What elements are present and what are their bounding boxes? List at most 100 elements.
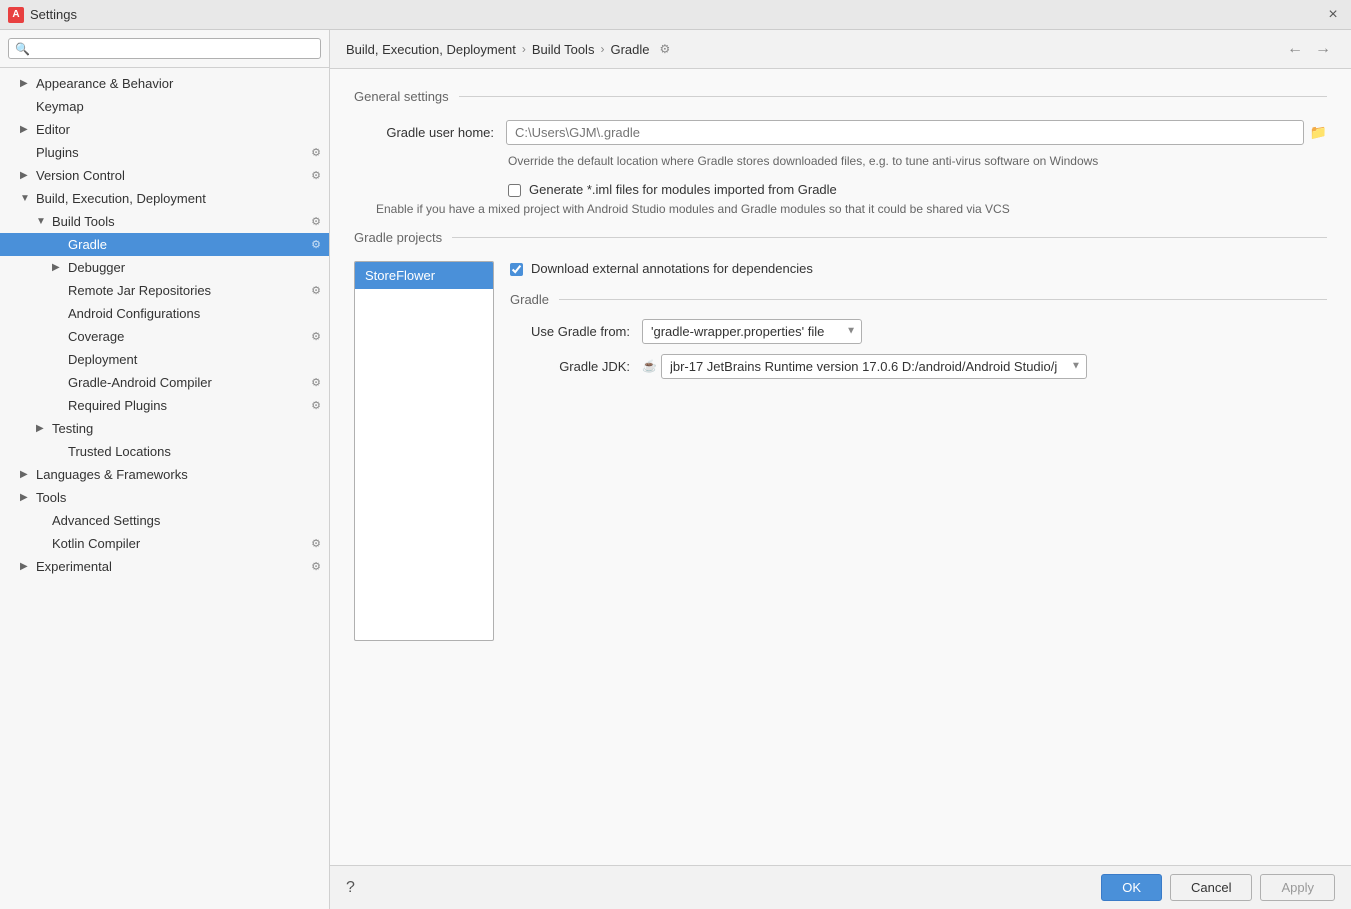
sidebar-item-advanced[interactable]: Advanced Settings	[0, 509, 329, 532]
sidebar-item-label: Build, Execution, Deployment	[36, 191, 321, 206]
arrow-icon: ▶	[20, 469, 36, 480]
settings-icon: ⚙	[311, 376, 321, 389]
sidebar-item-label: Languages & Frameworks	[36, 467, 321, 482]
sidebar-item-required-plugins[interactable]: Required Plugins ⚙	[0, 394, 329, 417]
settings-icon: ⚙	[311, 284, 321, 297]
sidebar-item-label: Experimental	[36, 559, 307, 574]
cancel-button[interactable]: Cancel	[1170, 874, 1252, 901]
settings-icon: ⚙	[311, 169, 321, 182]
sidebar-item-appearance[interactable]: ▶ Appearance & Behavior	[0, 72, 329, 95]
arrow-icon: ▶	[52, 262, 68, 273]
sidebar-item-label: Debugger	[68, 260, 321, 275]
gradle-jdk-row: Gradle JDK: ☕ jbr-17 JetBrains Runtime v…	[510, 354, 1327, 379]
sidebar-item-build-execution[interactable]: ▼ Build, Execution, Deployment	[0, 187, 329, 210]
sidebar-item-label: Gradle	[68, 237, 307, 252]
generate-iml-checkbox[interactable]	[508, 184, 521, 197]
sidebar-item-label: Deployment	[68, 352, 321, 367]
gradle-jdk-wrapper: ☕ jbr-17 JetBrains Runtime version 17.0.…	[642, 354, 1087, 379]
sidebar-item-languages[interactable]: ▶ Languages & Frameworks	[0, 463, 329, 486]
arrow-icon: ▶	[20, 492, 36, 503]
sidebar-item-debugger[interactable]: ▶ Debugger	[0, 256, 329, 279]
sidebar-item-label: Coverage	[68, 329, 307, 344]
search-bar: 🔍	[0, 30, 329, 68]
sidebar-item-tools[interactable]: ▶ Tools	[0, 486, 329, 509]
sidebar-item-gradle-android[interactable]: Gradle-Android Compiler ⚙	[0, 371, 329, 394]
gradle-user-home-help: Override the default location where Grad…	[508, 153, 1327, 170]
breadcrumb-sep-1: ›	[522, 42, 526, 56]
settings-icon: ⚙	[311, 399, 321, 412]
arrow-icon: ▼	[36, 216, 52, 227]
project-name: StoreFlower	[365, 268, 435, 283]
nav-forward-button[interactable]: →	[1311, 40, 1335, 58]
arrow-icon: ▶	[20, 78, 36, 89]
help-button[interactable]: ?	[346, 879, 355, 897]
close-button[interactable]: ×	[1323, 5, 1343, 25]
sidebar-item-testing[interactable]: ▶ Testing	[0, 417, 329, 440]
generate-iml-help: Enable if you have a mixed project with …	[376, 201, 1327, 218]
search-wrapper: 🔍	[8, 38, 321, 59]
folder-browse-button[interactable]: 📁	[1310, 124, 1327, 141]
download-annotations-checkbox[interactable]	[510, 263, 523, 276]
use-gradle-from-label: Use Gradle from:	[510, 324, 630, 339]
gradle-user-home-field: 📁	[506, 120, 1327, 145]
use-gradle-from-select[interactable]: 'gradle-wrapper.properties' file Specifi…	[642, 319, 862, 344]
sidebar-item-gradle[interactable]: Gradle ⚙	[0, 233, 329, 256]
search-icon: 🔍	[15, 42, 30, 56]
sidebar-item-plugins[interactable]: Plugins ⚙	[0, 141, 329, 164]
gradle-user-home-input[interactable]	[506, 120, 1304, 145]
sidebar-item-label: Android Configurations	[68, 306, 321, 321]
settings-panel: General settings Gradle user home: 📁 Ove…	[330, 69, 1351, 865]
generate-iml-row: Generate *.iml files for modules importe…	[508, 182, 1327, 197]
sidebar-item-label: Gradle-Android Compiler	[68, 375, 307, 390]
sidebar-item-label: Required Plugins	[68, 398, 307, 413]
arrow-icon: ▶	[36, 423, 52, 434]
gradle-user-home-label: Gradle user home:	[354, 125, 494, 140]
sidebar-item-version-control[interactable]: ▶ Version Control ⚙	[0, 164, 329, 187]
arrow-icon: ▼	[20, 193, 36, 204]
sidebar-item-label: Editor	[36, 122, 321, 137]
gradle-projects-container: StoreFlower Download external annotation…	[354, 261, 1327, 641]
gradle-projects-label: Gradle projects	[354, 230, 442, 245]
sidebar-item-build-tools[interactable]: ▼ Build Tools ⚙	[0, 210, 329, 233]
sidebar-item-keymap[interactable]: Keymap	[0, 95, 329, 118]
content-area: Build, Execution, Deployment › Build Too…	[330, 30, 1351, 909]
breadcrumb-item-2: Build Tools	[532, 42, 595, 57]
ok-button[interactable]: OK	[1101, 874, 1162, 901]
search-input[interactable]	[34, 41, 314, 56]
gradle-projects-header: Gradle projects	[354, 230, 1327, 245]
breadcrumb-item-1: Build, Execution, Deployment	[346, 42, 516, 57]
sidebar-item-experimental[interactable]: ▶ Experimental ⚙	[0, 555, 329, 578]
arrow-icon: ▶	[20, 124, 36, 135]
settings-icon: ⚙	[311, 330, 321, 343]
nav-back-button[interactable]: ←	[1283, 40, 1307, 58]
sidebar-item-android-config[interactable]: Android Configurations	[0, 302, 329, 325]
sidebar-item-deployment[interactable]: Deployment	[0, 348, 329, 371]
bottom-bar: ? OK Cancel Apply	[330, 865, 1351, 909]
gradle-jdk-select[interactable]: jbr-17 JetBrains Runtime version 17.0.6 …	[661, 354, 1087, 379]
sidebar-item-kotlin[interactable]: Kotlin Compiler ⚙	[0, 532, 329, 555]
action-buttons: OK Cancel Apply	[1101, 874, 1335, 901]
arrow-icon: ▶	[20, 561, 36, 572]
gradle-jdk-label: Gradle JDK:	[510, 359, 630, 374]
sidebar-item-coverage[interactable]: Coverage ⚙	[0, 325, 329, 348]
title-bar-left: A Settings	[8, 7, 77, 23]
title-bar: A Settings ×	[0, 0, 1351, 30]
sidebar: 🔍 ▶ Appearance & Behavior Keymap ▶ Edito…	[0, 30, 330, 909]
project-item-storeflower[interactable]: StoreFlower	[355, 262, 493, 289]
sidebar-item-editor[interactable]: ▶ Editor	[0, 118, 329, 141]
download-annotations-row: Download external annotations for depend…	[510, 261, 1327, 276]
settings-icon: ⚙	[311, 238, 321, 251]
sidebar-item-label: Remote Jar Repositories	[68, 283, 307, 298]
sidebar-item-label: Appearance & Behavior	[36, 76, 321, 91]
gradle-subsection-header: Gradle	[510, 292, 1327, 307]
jdk-icon: ☕	[642, 359, 657, 373]
settings-icon: ⚙	[311, 537, 321, 550]
breadcrumb: Build, Execution, Deployment › Build Too…	[330, 30, 1351, 69]
use-gradle-from-row: Use Gradle from: 'gradle-wrapper.propert…	[510, 319, 1327, 344]
sidebar-item-trusted-locations[interactable]: Trusted Locations	[0, 440, 329, 463]
general-settings-label: General settings	[354, 89, 449, 104]
generate-iml-label: Generate *.iml files for modules importe…	[529, 182, 837, 197]
sidebar-item-remote-jar[interactable]: Remote Jar Repositories ⚙	[0, 279, 329, 302]
apply-button[interactable]: Apply	[1260, 874, 1335, 901]
sidebar-item-label: Build Tools	[52, 214, 307, 229]
